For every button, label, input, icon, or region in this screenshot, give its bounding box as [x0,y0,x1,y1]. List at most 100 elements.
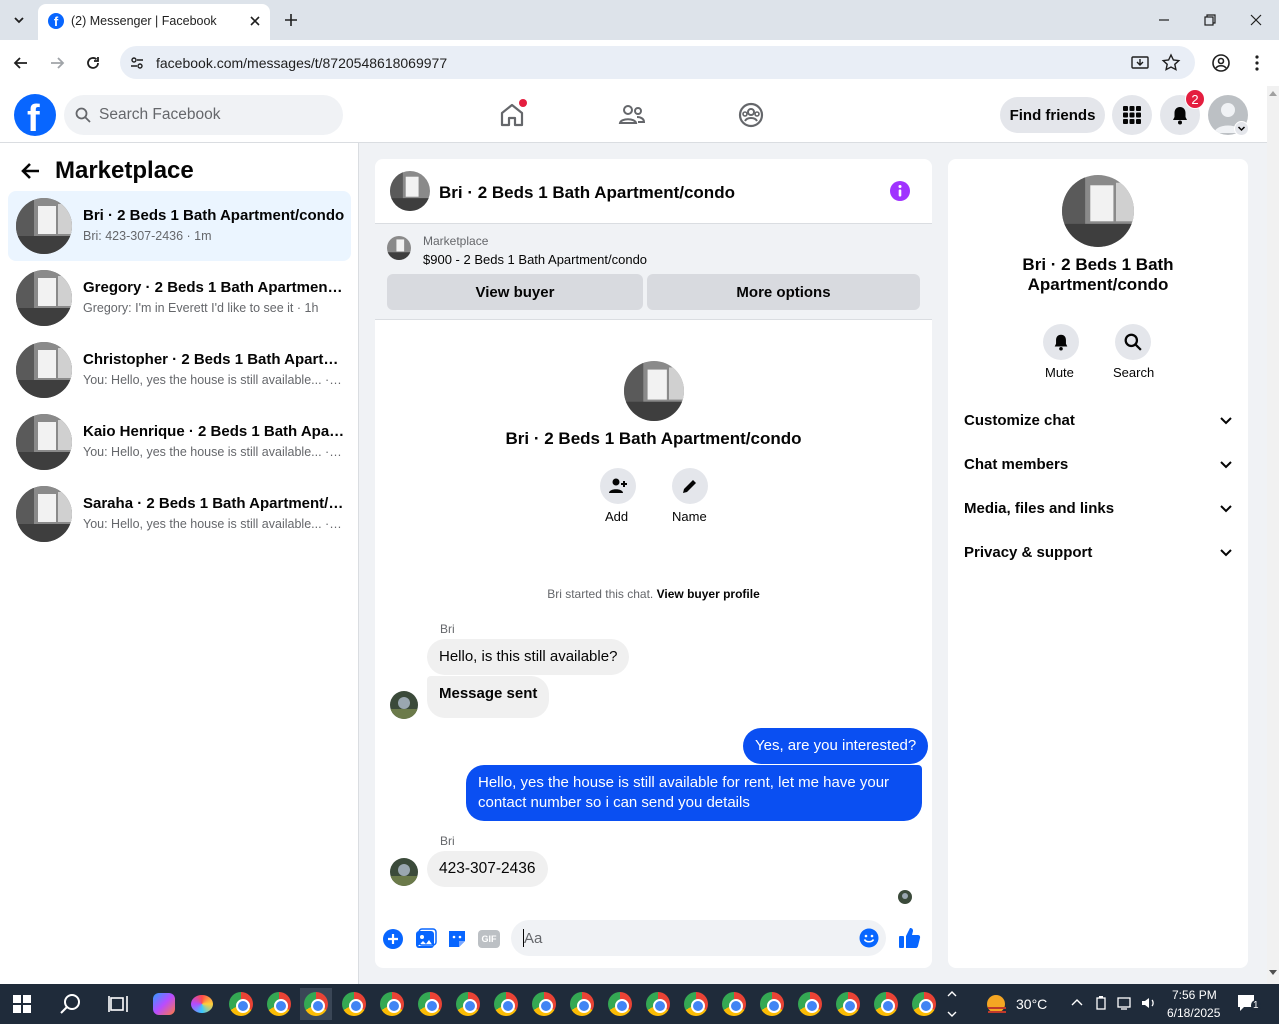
tab-close-button[interactable] [246,12,264,30]
browser-tab[interactable]: f (2) Messenger | Facebook [38,4,270,40]
emoji-button[interactable] [859,928,879,948]
conversation-item[interactable]: Saraha · 2 Beds 1 Bath Apartment/condo Y… [8,479,351,549]
copilot-app[interactable] [148,988,180,1020]
minimize-button[interactable] [1154,10,1174,30]
incoming-message[interactable]: Hello, is this still available? [427,639,630,675]
restore-button[interactable] [1200,10,1220,30]
sender-avatar[interactable] [390,858,418,886]
chrome-app[interactable] [908,988,940,1020]
bell-icon [1054,334,1068,351]
minimize-icon [1159,19,1169,21]
forward-button[interactable] [47,53,67,73]
chat-members-section[interactable]: Chat members [964,452,1234,476]
account-menu-chevron[interactable] [1234,121,1249,136]
tray-volume-icon[interactable] [1140,995,1158,1011]
chat-avatar[interactable] [390,171,430,211]
nav-friends[interactable] [617,100,647,130]
incoming-message[interactable]: 423-307-2436 [427,851,548,887]
attach-photo-button[interactable] [415,928,437,950]
weather-widget[interactable] [984,991,1010,1015]
message-sender: Bri [440,622,455,636]
task-view-button[interactable] [102,988,134,1020]
profile-avatar[interactable] [624,361,684,421]
privacy-support-section[interactable]: Privacy & support [964,540,1234,564]
show-hidden-icons[interactable] [1070,996,1084,1010]
conversation-preview: You: Hello, yes the house is still avail… [83,373,345,387]
find-friends-button[interactable]: Find friends [1000,97,1105,133]
search-chat-button[interactable] [1115,324,1151,360]
chrome-icon [304,992,328,1016]
chrome-app[interactable] [832,988,864,1020]
nav-home[interactable] [497,99,527,130]
taskbar-scroll-arrows[interactable] [946,988,958,1020]
message-input[interactable]: Aa [511,920,886,956]
name-button[interactable] [672,468,708,504]
facebook-logo-icon[interactable]: f [14,94,56,136]
conversation-item[interactable]: Bri · 2 Beds 1 Bath Apartment/condo Bri:… [8,191,351,261]
install-app-icon[interactable] [1130,53,1150,73]
search-icon [75,107,91,123]
chat-title[interactable]: Bri · 2 Beds 1 Bath Apartment/condo [439,183,735,203]
menu-button[interactable] [1112,95,1152,135]
chrome-app-active[interactable] [300,988,332,1020]
chrome-app[interactable] [604,988,636,1020]
bookmark-star-icon[interactable] [1161,53,1181,73]
chrome-app[interactable] [452,988,484,1020]
sender-avatar[interactable] [390,691,418,719]
more-actions-button[interactable] [382,928,404,950]
tray-device-icon[interactable] [1094,995,1110,1011]
sticker-button[interactable] [446,928,468,950]
chrome-app[interactable] [376,988,408,1020]
gif-button[interactable]: GIF [478,930,500,948]
chrome-app[interactable] [490,988,522,1020]
view-buyer-profile-link[interactable]: View buyer profile [657,587,760,601]
info-button[interactable] [890,181,910,201]
reload-button[interactable] [83,53,103,73]
incoming-message[interactable]: Message sent [427,676,550,718]
chrome-app[interactable] [566,988,598,1020]
chrome-app[interactable] [870,988,902,1020]
like-button[interactable] [898,926,922,950]
details-avatar[interactable] [1062,175,1134,247]
chrome-app[interactable] [756,988,788,1020]
chrome-app[interactable] [794,988,826,1020]
add-people-button[interactable] [600,468,636,504]
profile-button[interactable] [1211,53,1231,73]
paint-app[interactable] [186,988,218,1020]
search-input[interactable]: Search Facebook [64,95,343,135]
clock-time[interactable]: 7:56 PM [1172,988,1217,1002]
address-bar[interactable]: facebook.com/messages/t/8720548618069977 [120,46,1195,79]
chrome-app[interactable] [528,988,560,1020]
outgoing-message[interactable]: Yes, are you interested? [743,728,929,764]
browser-menu-button[interactable] [1247,53,1267,73]
back-button[interactable] [11,53,31,73]
close-window-button[interactable] [1246,10,1266,30]
taskbar-search-button[interactable] [55,988,87,1020]
chrome-app[interactable] [225,988,257,1020]
conversation-item[interactable]: Kaio Henrique · 2 Beds 1 Bath Apartment/… [8,407,351,477]
chrome-app[interactable] [338,988,370,1020]
tray-network-icon[interactable] [1117,995,1135,1011]
conversation-item[interactable]: Gregory · 2 Beds 1 Bath Apartment/condo … [8,263,351,333]
view-buyer-button[interactable]: View buyer [387,274,643,310]
more-options-button[interactable]: More options [647,274,920,310]
chrome-app[interactable] [642,988,674,1020]
outgoing-message[interactable]: Hello, yes the house is still available … [466,765,922,821]
chrome-app[interactable] [414,988,446,1020]
nav-groups[interactable] [736,100,766,130]
chrome-app[interactable] [718,988,750,1020]
mute-button[interactable] [1043,324,1079,360]
new-tab-button[interactable] [281,10,301,30]
chrome-app[interactable] [680,988,712,1020]
back-button[interactable] [20,160,42,182]
clock-date[interactable]: 6/18/2025 [1167,1006,1220,1020]
page-scrollbar[interactable] [1267,86,1279,984]
start-button[interactable] [6,988,38,1020]
chrome-app[interactable] [263,988,295,1020]
tab-search-button[interactable] [8,9,30,31]
conversation-item[interactable]: Christopher · 2 Beds 1 Bath Apartment/co… [8,335,351,405]
media-files-links-section[interactable]: Media, files and links [964,496,1234,520]
listing-title[interactable]: $900 - 2 Beds 1 Bath Apartment/condo [423,252,647,267]
customize-chat-section[interactable]: Customize chat [964,408,1234,432]
notification-center-button[interactable]: 1 [1237,994,1261,1012]
